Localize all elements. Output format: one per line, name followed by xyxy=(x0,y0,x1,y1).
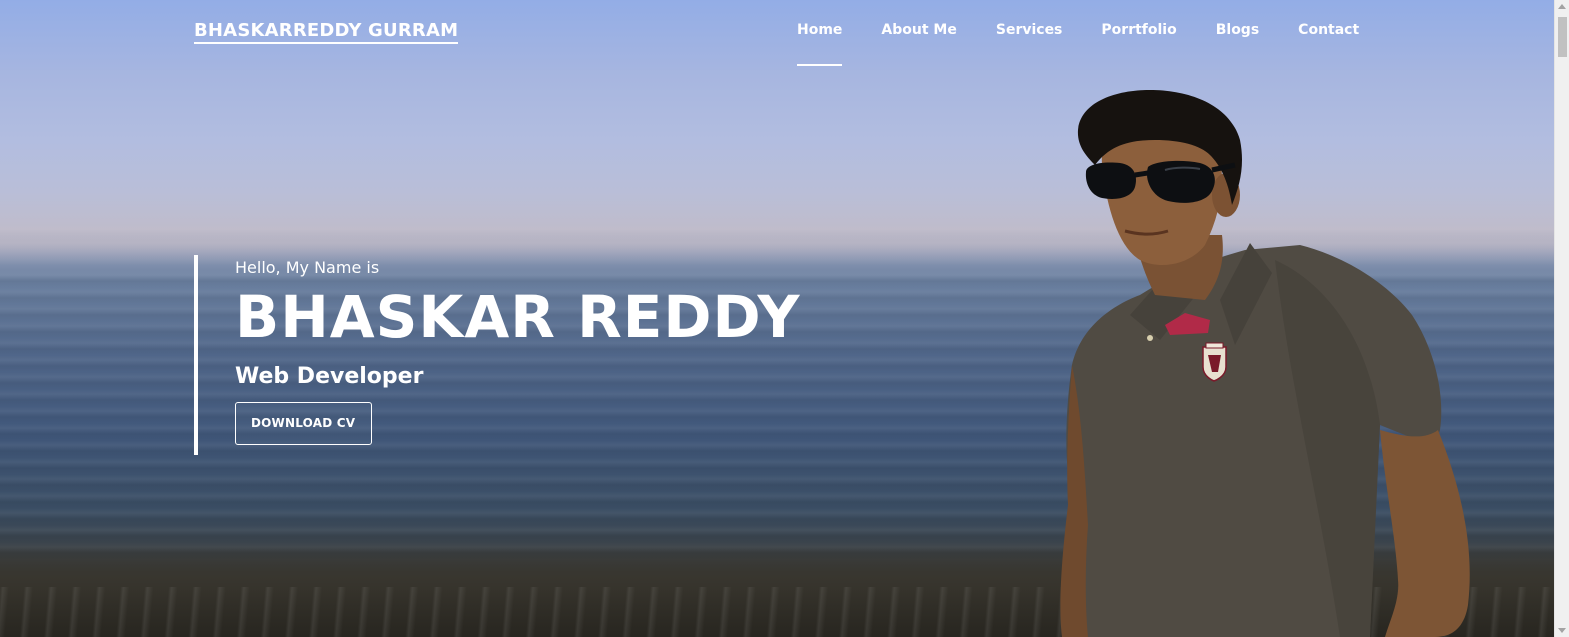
scrollbar-thumb[interactable] xyxy=(1558,17,1567,57)
top-navbar: BHASKARREDDY GURRAM Home About Me Servic… xyxy=(0,0,1554,70)
shirt-button xyxy=(1147,335,1153,341)
greeting-text: Hello, My Name is xyxy=(235,258,380,277)
download-cv-button[interactable]: DOWNLOAD CV xyxy=(235,402,373,445)
nav-item-contact[interactable]: Contact xyxy=(1298,22,1359,38)
person-photo xyxy=(1060,90,1470,637)
brand-logo-link[interactable]: BHASKARREDDY GURRAM xyxy=(194,20,459,44)
job-title: Web Developer xyxy=(235,364,424,389)
nav-item-about-me[interactable]: About Me xyxy=(881,22,956,38)
page-scrollbar[interactable] xyxy=(1554,0,1569,637)
intro-block: Hello, My Name is BHASKAR REDDY Web Deve… xyxy=(194,255,800,455)
nav-item-blogs[interactable]: Blogs xyxy=(1216,22,1259,38)
nav-menu: Home About Me Services Porrtfolio Blogs … xyxy=(797,22,1398,66)
right-arm xyxy=(1380,430,1470,637)
hero-name-heading: BHASKAR REDDY xyxy=(235,283,801,351)
nav-item-portfolio[interactable]: Porrtfolio xyxy=(1101,22,1176,38)
hero-section: BHASKARREDDY GURRAM Home About Me Servic… xyxy=(0,0,1569,637)
nav-item-services[interactable]: Services xyxy=(996,22,1063,38)
scroll-up-arrow-icon[interactable] xyxy=(1558,4,1566,9)
nav-item-home[interactable]: Home xyxy=(797,22,843,66)
scroll-down-arrow-icon[interactable] xyxy=(1558,628,1566,633)
shirt-crest-icon xyxy=(1202,342,1227,382)
